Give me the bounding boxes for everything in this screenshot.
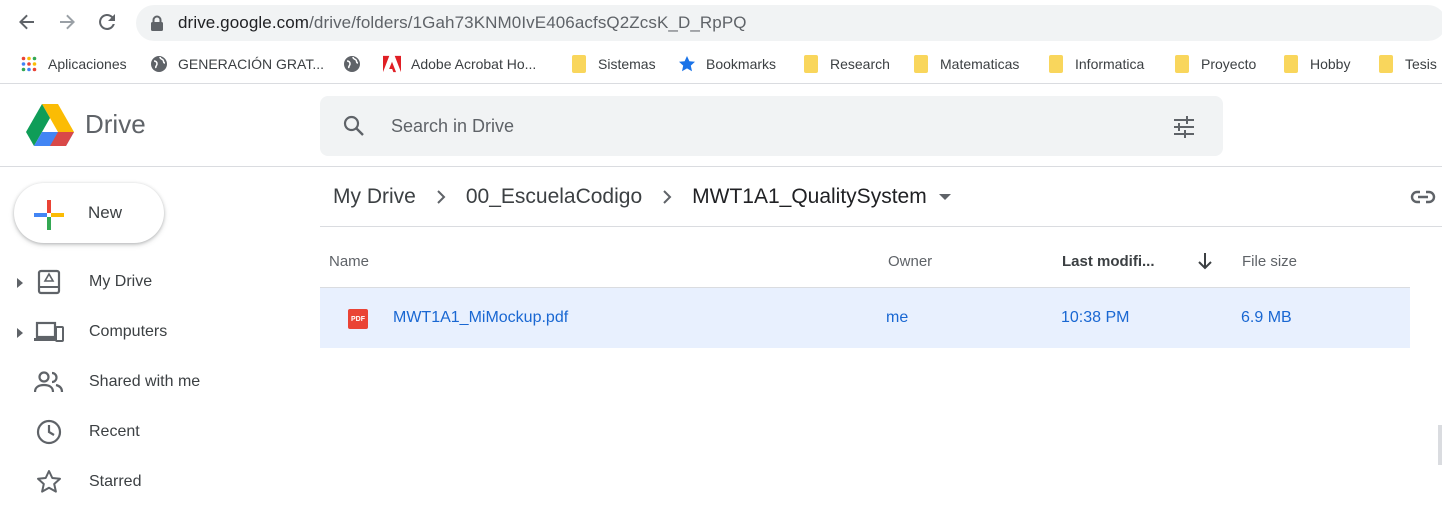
sidebar-item-computers[interactable]: Computers	[0, 310, 300, 354]
bookmark-proyecto[interactable]: Proyecto	[1173, 44, 1256, 84]
bookmark-label: Adobe Acrobat Ho...	[411, 56, 537, 72]
search-input[interactable]: Search in Drive	[391, 116, 514, 137]
chevron-down-icon[interactable]	[938, 194, 951, 200]
arrow-right-icon[interactable]	[54, 9, 80, 35]
reload-icon[interactable]	[94, 9, 120, 35]
bookmark-adobe[interactable]: Adobe Acrobat Ho...	[383, 44, 536, 84]
bookmark-label: Bookmarks	[706, 56, 777, 72]
bookmark-matematicas[interactable]: Matematicas	[912, 44, 1019, 84]
computers-icon	[34, 318, 64, 346]
folder-icon	[1282, 55, 1300, 73]
file-name[interactable]: MWT1A1_MiMockup.pdf	[393, 309, 568, 327]
bookmark-hobby[interactable]: Hobby	[1282, 44, 1350, 84]
bookmark-label: GENERACIÓN GRAT...	[178, 56, 324, 72]
bookmark-label: Research	[830, 56, 890, 72]
breadcrumb-item[interactable]: My Drive	[333, 185, 416, 209]
globe-icon	[150, 55, 168, 73]
bookmark-label: Sistemas	[598, 56, 656, 72]
sidebar-item-shared-with-me[interactable]: Shared with me	[0, 360, 300, 404]
bookmark-label: Proyecto	[1201, 56, 1257, 72]
shared-people-icon	[34, 368, 64, 396]
adobe-icon	[383, 55, 401, 73]
bookmark-aplicaciones[interactable]: Aplicaciones	[20, 44, 127, 84]
file-size: 6.9 MB	[1241, 309, 1292, 326]
sidebar-item-label: Shared with me	[89, 373, 201, 390]
folder-icon	[1047, 55, 1065, 73]
column-header-name[interactable]: Name	[329, 253, 369, 270]
bookmark-bookmarks[interactable]: Bookmarks	[678, 44, 776, 84]
pdf-icon: PDF	[348, 309, 368, 329]
bookmark-sistemas[interactable]: Sistemas	[570, 44, 656, 84]
url-path: /drive/folders/1Gah73KNM0IvE406acfsQ2Zcs…	[309, 13, 747, 32]
bookmark-globe[interactable]	[343, 44, 371, 84]
bookmark-label: Aplicaciones	[48, 56, 127, 72]
bookmark-research[interactable]: Research	[802, 44, 890, 84]
address-bar[interactable]: drive.google.com/drive/folders/1Gah73KNM…	[136, 5, 1442, 41]
plus-icon	[34, 200, 64, 235]
arrow-down-icon[interactable]	[1197, 252, 1213, 275]
bookmarks-bar: Aplicaciones GENERACIÓN GRAT... Adobe Ac…	[0, 44, 1442, 84]
breadcrumb: My Drive 00_EscuelaCodigo MWT1A1_Quality…	[333, 182, 951, 212]
column-header-file-size[interactable]: File size	[1242, 253, 1297, 270]
column-header-owner[interactable]: Owner	[888, 253, 932, 270]
sidebar-item-label: My Drive	[89, 273, 153, 290]
lock-icon	[150, 15, 166, 31]
bookmark-label: Matematicas	[940, 56, 1020, 72]
chevron-right-icon	[642, 189, 692, 205]
sidebar-item-starred[interactable]: Starred	[0, 460, 300, 504]
sidebar-item-recent[interactable]: Recent	[0, 410, 300, 454]
search-box[interactable]: Search in Drive	[320, 96, 1223, 156]
sidebar-item-label: Starred	[89, 473, 142, 490]
folder-icon	[802, 55, 820, 73]
bookmark-tesis[interactable]: Tesis	[1377, 44, 1437, 84]
apps-grid-icon	[20, 55, 38, 73]
scrollbar[interactable]	[1438, 425, 1442, 465]
expand-caret-icon[interactable]	[16, 326, 24, 338]
chevron-right-icon	[416, 189, 466, 205]
bookmark-label: Tesis	[1405, 56, 1437, 72]
divider	[320, 226, 1442, 227]
link-icon[interactable]	[1410, 185, 1436, 214]
app-name: Drive	[85, 109, 146, 139]
sidebar-item-label: Computers	[89, 323, 168, 340]
folder-icon	[1173, 55, 1191, 73]
bookmark-label: Hobby	[1310, 56, 1351, 72]
star-outline-icon	[34, 468, 64, 496]
sidebar-item-label: Recent	[89, 423, 140, 440]
new-button-label: New	[88, 203, 123, 222]
browser-toolbar: drive.google.com/drive/folders/1Gah73KNM…	[0, 0, 1442, 44]
search-options-icon[interactable]	[1172, 115, 1196, 144]
my-drive-icon	[34, 268, 64, 296]
clock-icon	[34, 418, 64, 446]
folder-icon	[912, 55, 930, 73]
new-button[interactable]: New	[14, 183, 164, 243]
globe-icon	[343, 55, 361, 73]
bookmark-generacion[interactable]: GENERACIÓN GRAT...	[150, 44, 324, 84]
table-row[interactable]: PDF MWT1A1_MiMockup.pdf me 10:38 PM 6.9 …	[320, 288, 1410, 348]
breadcrumb-current-folder[interactable]: MWT1A1_QualitySystem	[692, 185, 927, 209]
folder-icon	[570, 55, 588, 73]
sidebar-item-my-drive[interactable]: My Drive	[0, 260, 300, 304]
file-owner: me	[886, 309, 909, 326]
file-modified: 10:38 PM	[1061, 309, 1130, 326]
search-icon[interactable]	[342, 114, 366, 143]
breadcrumb-item[interactable]: 00_EscuelaCodigo	[466, 185, 642, 209]
bookmark-informatica[interactable]: Informatica	[1047, 44, 1144, 84]
star-icon	[678, 55, 696, 73]
bookmark-label: Informatica	[1075, 56, 1145, 72]
url-host: drive.google.com	[178, 13, 310, 32]
column-header-last-modified[interactable]: Last modifi...	[1062, 253, 1155, 270]
drive-logo-icon[interactable]	[26, 104, 74, 148]
arrow-left-icon[interactable]	[14, 9, 40, 35]
folder-icon	[1377, 55, 1395, 73]
expand-caret-icon[interactable]	[16, 276, 24, 288]
